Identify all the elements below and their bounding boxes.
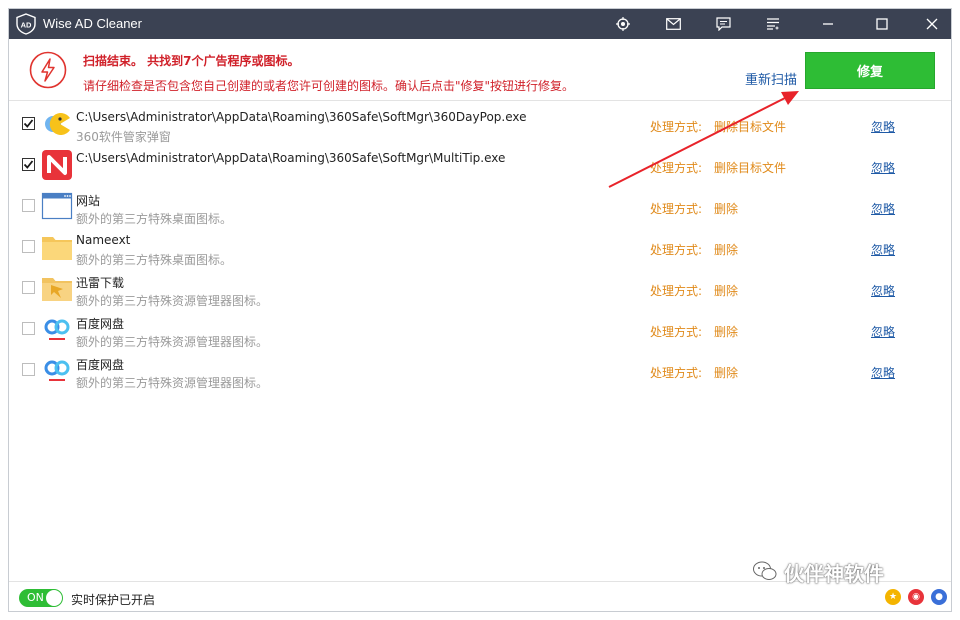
item-mode-label: 处理方式: (650, 284, 703, 298)
title-bar: AD Wise AD Cleaner (9, 9, 951, 39)
ignore-link[interactable]: 忽略 (871, 159, 895, 176)
ignore-link[interactable]: 忽略 (871, 364, 895, 381)
weibo-icon: ◉ (908, 589, 924, 605)
item-title: Nameext (76, 233, 131, 247)
wechat-icon (753, 561, 777, 580)
scan-instruction-text: 请仔细检查是否包含您自己创建的或者您许可创建的图标。确认后点击"修复"按钮进行修… (83, 79, 575, 93)
rescan-link[interactable]: 重新扫描 (745, 69, 797, 88)
ignore-link[interactable]: 忽略 (871, 200, 895, 217)
list-item: 百度网盘 额外的第三方特殊资源管理器图标。 处理方式: 删除 忽略 (9, 348, 951, 390)
item-checkbox[interactable] (22, 240, 35, 253)
maximize-icon[interactable] (871, 13, 893, 35)
item-mode-label: 处理方式: (650, 202, 703, 216)
item-mode-label: 处理方式: (650, 120, 703, 134)
list-item: 迅雷下载 额外的第三方特殊资源管理器图标。 处理方式: 删除 忽略 (9, 266, 951, 308)
item-description: 额外的第三方特殊资源管理器图标。 (76, 376, 269, 390)
item-checkbox[interactable] (22, 363, 35, 376)
toggle-knob (46, 590, 62, 606)
scan-result-bar: 扫描结束。 共找到7个广告程序或图标。 请仔细检查是否包含您自己创建的或者您许可… (9, 39, 951, 101)
baidu-pan-icon (44, 360, 70, 381)
baidu-pan-icon (44, 319, 70, 340)
forum-icon: ● (931, 589, 947, 605)
item-path: C:\Users\Administrator\AppData\Roaming\3… (76, 151, 506, 165)
folder-icon (42, 237, 72, 260)
menu-icon[interactable] (762, 13, 784, 35)
item-title: 迅雷下载 (76, 276, 125, 290)
item-action[interactable]: 删除 (714, 241, 738, 258)
item-action[interactable]: 删除 (714, 282, 738, 299)
ignore-link[interactable]: 忽略 (871, 241, 895, 258)
ignore-link[interactable]: 忽略 (871, 282, 895, 299)
fix-button[interactable]: 修复 (805, 52, 935, 89)
item-title: 网站 (76, 194, 101, 208)
list-item: C:\Users\Administrator\AppData\Roaming\3… (9, 102, 951, 144)
website-icon (41, 192, 73, 220)
item-mode-label: 处理方式: (650, 243, 703, 257)
item-action[interactable]: 删除目标文件 (714, 159, 786, 176)
item-action[interactable]: 删除 (714, 364, 738, 381)
item-action[interactable]: 删除 (714, 323, 738, 340)
pacman-icon (45, 113, 70, 135)
list-item: 网站 额外的第三方特殊桌面图标。 处理方式: 删除 忽略 (9, 184, 951, 226)
item-checkbox[interactable] (22, 281, 35, 294)
star-badge-icon: ★ (885, 589, 901, 605)
item-title: 百度网盘 (76, 317, 125, 331)
item-mode-label: 处理方式: (650, 161, 703, 175)
list-item: 百度网盘 额外的第三方特殊资源管理器图标。 处理方式: 删除 忽略 (9, 307, 951, 349)
list-item: C:\Users\Administrator\AppData\Roaming\3… (9, 143, 951, 184)
item-action[interactable]: 删除 (714, 200, 738, 217)
item-checkbox[interactable] (22, 117, 35, 130)
ignore-link[interactable]: 忽略 (871, 323, 895, 340)
item-checkbox[interactable] (22, 322, 35, 335)
toggle-state-label: ON (27, 591, 44, 604)
checkmark-icon (23, 119, 34, 128)
list-item: Nameext 额外的第三方特殊桌面图标。 处理方式: 删除 忽略 (9, 225, 951, 267)
item-title: 百度网盘 (76, 358, 125, 372)
close-icon[interactable] (921, 13, 943, 35)
n-app-icon (42, 150, 72, 180)
lightning-icon (29, 51, 67, 89)
chat-icon[interactable] (712, 13, 734, 35)
item-path: C:\Users\Administrator\AppData\Roaming\3… (76, 110, 527, 124)
scan-summary-text: 扫描结束。 共找到7个广告程序或图标。 (83, 54, 300, 68)
watermark-text: 伙伴神软件 (784, 562, 884, 586)
mail-icon[interactable] (662, 13, 684, 35)
item-mode-label: 处理方式: (650, 325, 703, 339)
svg-text:AD: AD (21, 21, 32, 30)
app-window: AD Wise AD Cleaner 扫描结束。 共找到7个广告程序或图标。 请… (8, 8, 952, 612)
checkmark-icon (23, 160, 34, 169)
thunder-icon (42, 278, 72, 301)
target-icon[interactable] (612, 13, 634, 35)
minimize-icon[interactable] (817, 13, 839, 35)
ignore-link[interactable]: 忽略 (871, 118, 895, 135)
realtime-protection-toggle[interactable]: ON (19, 589, 63, 607)
item-mode-label: 处理方式: (650, 366, 703, 380)
protection-status-text: 实时保护已开启 (71, 593, 156, 607)
item-checkbox[interactable] (22, 158, 35, 171)
app-title: Wise AD Cleaner (43, 16, 142, 31)
item-action[interactable]: 删除目标文件 (714, 118, 786, 135)
item-checkbox[interactable] (22, 199, 35, 212)
app-logo-icon: AD (16, 13, 36, 35)
